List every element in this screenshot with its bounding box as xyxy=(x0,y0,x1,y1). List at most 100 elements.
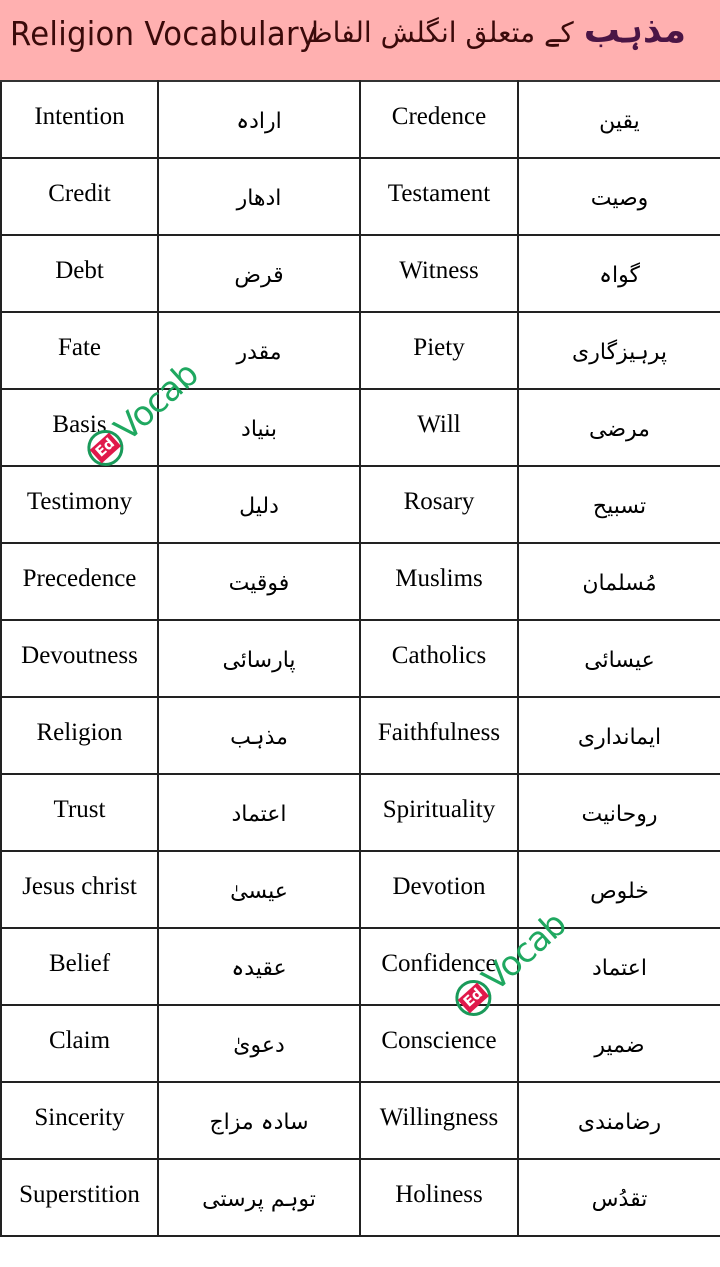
english-word-cell: Devoutness xyxy=(0,619,159,698)
urdu-meaning-cell: ارادہ xyxy=(157,80,361,159)
english-word-cell: Belief xyxy=(0,927,159,1006)
urdu-meaning: ادھار xyxy=(236,186,282,211)
english-word-cell: Witness xyxy=(359,234,519,313)
english-word: Holiness xyxy=(395,1180,483,1208)
urdu-meaning: عیسائی xyxy=(584,648,655,673)
urdu-meaning: دعویٰ xyxy=(233,1033,285,1058)
english-word: Fate xyxy=(57,333,102,361)
urdu-meaning: ارادہ xyxy=(236,109,282,134)
english-word-cell: Sincerity xyxy=(0,1081,159,1160)
english-word-cell: Credit xyxy=(0,157,159,236)
english-word-cell: Jesus christ xyxy=(0,850,159,929)
urdu-meaning: تسبیح xyxy=(592,494,647,519)
vocab-row: Intention ارادہ Credence یقین xyxy=(0,80,720,159)
english-word: Muslims xyxy=(395,564,483,592)
english-word: Will xyxy=(417,410,461,438)
urdu-meaning: روحانیت xyxy=(581,802,658,827)
title-urdu-rest: کے متعلق انگلش الفاظ xyxy=(306,16,574,49)
english-word: Rosary xyxy=(403,487,475,515)
urdu-meaning: بنیاد xyxy=(241,417,277,442)
vocab-row: Basis بنیاد Will مرضی xyxy=(0,388,720,467)
urdu-meaning: دلیل xyxy=(239,494,279,519)
english-word: Credence xyxy=(391,102,487,130)
english-word-cell: Precedence xyxy=(0,542,159,621)
urdu-meaning: مُسلمان xyxy=(582,571,657,596)
urdu-meaning: مقدر xyxy=(236,340,282,365)
vocab-row: Precedence فوقیت Muslims مُسلمان xyxy=(0,542,720,621)
urdu-meaning-cell: توہم پرستی xyxy=(157,1158,361,1237)
urdu-meaning-cell: عیسیٰ xyxy=(157,850,361,929)
english-word: Willingness xyxy=(379,1103,499,1131)
urdu-meaning-cell: ادھار xyxy=(157,157,361,236)
urdu-meaning: یقین xyxy=(599,109,640,134)
urdu-meaning-cell: یقین xyxy=(517,80,720,159)
english-word: Witness xyxy=(399,256,479,284)
english-word: Debt xyxy=(55,256,104,284)
urdu-meaning-cell: بنیاد xyxy=(157,388,361,467)
vocab-row: Religion مذہب Faithfulness ایمانداری xyxy=(0,696,720,775)
english-word: Intention xyxy=(34,102,125,130)
vocab-row: Devoutness پارسائی Catholics عیسائی xyxy=(0,619,720,698)
english-word: Religion xyxy=(36,718,123,746)
english-word-cell: Claim xyxy=(0,1004,159,1083)
urdu-meaning-cell: روحانیت xyxy=(517,773,720,852)
urdu-meaning-cell: مذہب xyxy=(157,696,361,775)
english-word: Testament xyxy=(387,179,491,207)
english-word: Testimony xyxy=(26,487,133,515)
english-word-cell: Devotion xyxy=(359,850,519,929)
urdu-meaning-cell: خلوص xyxy=(517,850,720,929)
english-word: Catholics xyxy=(391,641,487,669)
urdu-meaning: اعتماد xyxy=(591,956,648,981)
english-word-cell: Basis xyxy=(0,388,159,467)
english-word-cell: Rosary xyxy=(359,465,519,544)
urdu-meaning-cell: قرض xyxy=(157,234,361,313)
urdu-meaning-cell: ایمانداری xyxy=(517,696,720,775)
english-word: Conscience xyxy=(381,1026,497,1054)
urdu-meaning-cell: وصیت xyxy=(517,157,720,236)
urdu-meaning: گواہ xyxy=(599,263,640,288)
urdu-meaning: توہم پرستی xyxy=(202,1187,316,1212)
urdu-meaning: عیسیٰ xyxy=(230,879,288,904)
urdu-meaning-cell: گواہ xyxy=(517,234,720,313)
english-word: Confidence xyxy=(381,949,497,977)
english-word: Devoutness xyxy=(21,641,138,669)
english-word: Sincerity xyxy=(34,1103,125,1131)
urdu-meaning: سادہ مزاج xyxy=(209,1110,309,1135)
english-word-cell: Spirituality xyxy=(359,773,519,852)
urdu-meaning: ضمیر xyxy=(594,1033,645,1058)
english-word-cell: Will xyxy=(359,388,519,467)
english-word-cell: Willingness xyxy=(359,1081,519,1160)
urdu-meaning-cell: مقدر xyxy=(157,311,361,390)
urdu-meaning: قرض xyxy=(234,263,284,288)
title-urdu: مذہب کے متعلق انگلش الفاظ xyxy=(307,10,686,51)
urdu-meaning: خلوص xyxy=(590,879,649,904)
urdu-meaning-cell: اعتماد xyxy=(517,927,720,1006)
vocab-row: Claim دعویٰ Conscience ضمیر xyxy=(0,1004,720,1083)
english-word: Piety xyxy=(413,333,465,361)
page-header: Religion Vocabulary مذہب کے متعلق انگلش … xyxy=(0,0,720,80)
english-word: Claim xyxy=(48,1026,111,1054)
english-word-cell: Credence xyxy=(359,80,519,159)
english-word-cell: Intention xyxy=(0,80,159,159)
vocab-row: Trust اعتماد Spirituality روحانیت xyxy=(0,773,720,852)
urdu-meaning-cell: عیسائی xyxy=(517,619,720,698)
urdu-meaning-cell: سادہ مزاج xyxy=(157,1081,361,1160)
vocab-row: Testimony دلیل Rosary تسبیح xyxy=(0,465,720,544)
english-word-cell: Catholics xyxy=(359,619,519,698)
urdu-meaning: رضامندی xyxy=(577,1110,662,1135)
vocab-row: Superstition توہم پرستی Holiness تقدُس xyxy=(0,1158,720,1237)
urdu-meaning-cell: پرہیزگاری xyxy=(517,311,720,390)
english-word-cell: Conscience xyxy=(359,1004,519,1083)
urdu-meaning-cell: مُسلمان xyxy=(517,542,720,621)
vocab-row: Fate مقدر Piety پرہیزگاری xyxy=(0,311,720,390)
vocab-row: Sincerity سادہ مزاج Willingness رضامندی xyxy=(0,1081,720,1160)
urdu-meaning-cell: رضامندی xyxy=(517,1081,720,1160)
urdu-meaning-cell: ضمیر xyxy=(517,1004,720,1083)
urdu-meaning: مرضی xyxy=(589,417,650,442)
vocab-row: Jesus christ عیسیٰ Devotion خلوص xyxy=(0,850,720,929)
english-word-cell: Testimony xyxy=(0,465,159,544)
english-word-cell: Testament xyxy=(359,157,519,236)
english-word: Trust xyxy=(53,795,106,823)
urdu-meaning-cell: پارسائی xyxy=(157,619,361,698)
urdu-meaning-cell: تقدُس xyxy=(517,1158,720,1237)
